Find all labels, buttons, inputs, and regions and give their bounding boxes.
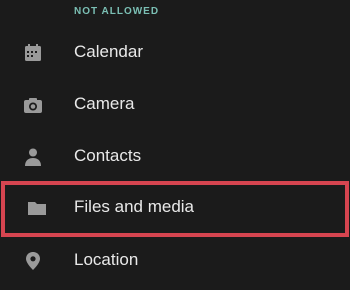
folder-icon: [27, 198, 47, 218]
permission-item-location[interactable]: Location: [0, 234, 350, 286]
camera-icon: [23, 95, 43, 115]
calendar-icon: [23, 43, 43, 63]
location-pin-icon: [23, 251, 43, 271]
permission-item-camera[interactable]: Camera: [0, 78, 350, 130]
permission-label: Location: [74, 250, 139, 269]
permission-label: Files and media: [74, 197, 195, 216]
person-icon: [23, 147, 43, 167]
app-permissions-screen: NOT ALLOWED Calendar Camera Contacts Fil…: [0, 0, 350, 290]
permission-item-contacts[interactable]: Contacts: [0, 130, 350, 182]
permission-label: Camera: [74, 94, 135, 113]
permission-list: Calendar Camera Contacts Files and media…: [0, 0, 350, 290]
permission-label: Contacts: [74, 146, 142, 165]
permission-label: Calendar: [74, 42, 143, 61]
permission-item-files-and-media[interactable]: Files and media: [1, 181, 349, 237]
permission-item-calendar[interactable]: Calendar: [0, 26, 350, 78]
